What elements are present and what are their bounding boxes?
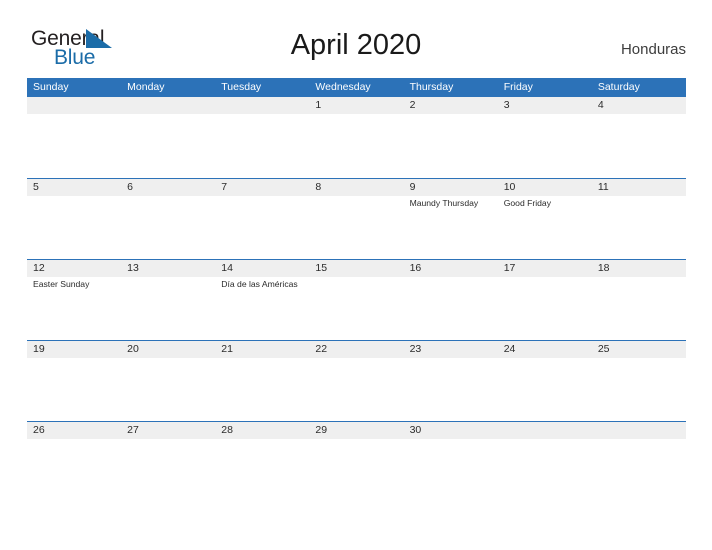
day-number: 14 bbox=[221, 262, 233, 274]
weekday-header-wednesday: Wednesday bbox=[315, 81, 371, 93]
calendar-day-cell[interactable]: 7 bbox=[215, 179, 309, 260]
day-number: 30 bbox=[409, 424, 422, 436]
calendar-day-cell[interactable]: 9 Maundy Thursday bbox=[404, 179, 498, 260]
calendar-day-cell[interactable]: 12 Easter Sunday bbox=[27, 260, 121, 341]
calendar-day-cell[interactable]: 15 bbox=[309, 260, 403, 341]
calendar-day-cell[interactable]: 17 bbox=[498, 260, 592, 341]
week-days: 5 6 7 8 9 Maundy Thursday 10 Good Friday 11 bbox=[27, 179, 686, 260]
calendar-day-cell[interactable]: 22 bbox=[309, 341, 403, 422]
country-label: Honduras bbox=[620, 41, 686, 58]
day-number: 21 bbox=[221, 343, 233, 355]
calendar-day-cell[interactable]: 19 bbox=[27, 341, 121, 422]
calendar-day-cell-empty bbox=[592, 422, 686, 503]
weekday-header-monday: Monday bbox=[127, 81, 165, 93]
calendar-week-row: 26 27 28 29 30 bbox=[27, 421, 686, 502]
calendar-day-cell[interactable]: 16 bbox=[404, 260, 498, 341]
day-events: Maundy Thursday bbox=[410, 198, 494, 211]
day-number: 24 bbox=[503, 343, 516, 355]
calendar-day-cell[interactable]: 25 bbox=[592, 341, 686, 422]
calendar-week-row: 5 6 7 8 9 Maundy Thursday 10 Good Friday 11 bbox=[27, 178, 686, 259]
day-number: 18 bbox=[597, 262, 610, 274]
day-number: 1 bbox=[315, 99, 322, 111]
calendar-week-row: 1 2 3 4 bbox=[27, 97, 686, 178]
calendar-week-row: 12 Easter Sunday 13 14 Día de las Américas 15… bbox=[27, 259, 686, 340]
week-days: 1 2 3 4 bbox=[27, 97, 686, 178]
day-number: 28 bbox=[221, 424, 233, 436]
calendar-day-cell[interactable]: 26 bbox=[27, 422, 121, 503]
calendar-day-cell-empty bbox=[215, 97, 309, 178]
calendar-day-cell[interactable]: 8 bbox=[309, 179, 403, 260]
calendar-grid: Sunday Monday Tuesday Wednesday Thursday… bbox=[27, 78, 686, 502]
day-events: Día de las Américas bbox=[221, 279, 305, 292]
holiday-label: Easter Sunday bbox=[33, 279, 90, 289]
calendar-day-cell[interactable]: 3 bbox=[498, 97, 592, 178]
week-days: 19 20 21 22 23 24 25 bbox=[27, 341, 686, 422]
calendar-day-cell[interactable]: 21 bbox=[215, 341, 309, 422]
page-title: April 2020 bbox=[290, 29, 422, 61]
calendar-day-cell[interactable]: 6 bbox=[121, 179, 215, 260]
day-number: 11 bbox=[597, 181, 609, 193]
holiday-label: Good Friday bbox=[503, 198, 551, 208]
day-number: 20 bbox=[127, 343, 139, 355]
calendar-day-cell[interactable]: 10 Good Friday bbox=[498, 179, 592, 260]
holiday-label: Día de las Américas bbox=[221, 279, 298, 289]
calendar-day-cell[interactable]: 28 bbox=[215, 422, 309, 503]
week-days: 12 Easter Sunday 13 14 Día de las Américas 15… bbox=[27, 260, 686, 341]
calendar-day-cell[interactable]: 13 bbox=[121, 260, 215, 341]
day-number: 26 bbox=[33, 424, 45, 436]
weekday-header-tuesday: Tuesday bbox=[221, 81, 262, 93]
day-number: 29 bbox=[315, 424, 328, 436]
day-number: 5 bbox=[33, 181, 39, 193]
weekday-header-friday: Friday bbox=[503, 81, 533, 93]
day-number: 27 bbox=[127, 424, 139, 436]
day-number: 9 bbox=[409, 181, 416, 193]
weekday-header-sunday: Sunday bbox=[33, 81, 69, 93]
day-number: 19 bbox=[33, 343, 45, 355]
day-number: 3 bbox=[503, 99, 510, 111]
calendar-day-cell[interactable]: 4 bbox=[592, 97, 686, 178]
calendar-day-cell[interactable]: 24 bbox=[498, 341, 592, 422]
calendar-day-cell-empty bbox=[121, 97, 215, 178]
day-number: 6 bbox=[127, 181, 133, 193]
weekday-header-row: Sunday Monday Tuesday Wednesday Thursday… bbox=[27, 78, 686, 97]
calendar-day-cell-empty bbox=[498, 422, 592, 503]
calendar-day-cell[interactable]: 14 Día de las Américas bbox=[215, 260, 309, 341]
calendar-day-cell[interactable]: 30 bbox=[404, 422, 498, 503]
calendar-week-row: 19 20 21 22 23 24 25 bbox=[27, 340, 686, 421]
day-events: Good Friday bbox=[504, 198, 588, 211]
calendar-day-cell[interactable]: 1 bbox=[309, 97, 403, 178]
day-number: 7 bbox=[221, 181, 228, 193]
day-number: 17 bbox=[503, 262, 516, 274]
calendar-day-cell[interactable]: 5 bbox=[27, 179, 121, 260]
day-number: 23 bbox=[409, 343, 422, 355]
calendar-day-cell[interactable]: 29 bbox=[309, 422, 403, 503]
calendar-day-cell[interactable]: 23 bbox=[404, 341, 498, 422]
calendar-day-cell[interactable]: 27 bbox=[121, 422, 215, 503]
day-number: 2 bbox=[409, 99, 416, 111]
weekday-header-saturday: Saturday bbox=[597, 81, 640, 93]
calendar-page: General Blue April 2020 Honduras Sunday … bbox=[0, 0, 712, 550]
calendar-day-cell[interactable]: 18 bbox=[592, 260, 686, 341]
calendar-day-cell[interactable]: 2 bbox=[404, 97, 498, 178]
day-number: 8 bbox=[315, 181, 322, 193]
calendar-weeks: 1 2 3 4 5 6 7 8 9 Maundy Thursday 10 Good Friday 11 1… bbox=[27, 97, 686, 502]
day-number: 25 bbox=[597, 343, 610, 355]
calendar-day-cell[interactable]: 20 bbox=[121, 341, 215, 422]
calendar-day-cell-empty bbox=[27, 97, 121, 178]
weekday-header-thursday: Thursday bbox=[409, 81, 454, 93]
day-events: Easter Sunday bbox=[33, 279, 117, 292]
day-number: 16 bbox=[409, 262, 422, 274]
week-days: 26 27 28 29 30 bbox=[27, 422, 686, 503]
day-number: 4 bbox=[597, 99, 604, 111]
page-header: General Blue April 2020 Honduras bbox=[0, 0, 712, 72]
calendar-day-cell[interactable]: 11 bbox=[592, 179, 686, 260]
day-number: 12 bbox=[33, 262, 45, 274]
day-number: 15 bbox=[315, 262, 328, 274]
day-number: 13 bbox=[127, 262, 139, 274]
holiday-label: Maundy Thursday bbox=[409, 198, 479, 208]
day-number: 22 bbox=[315, 343, 328, 355]
day-number: 10 bbox=[503, 181, 516, 193]
